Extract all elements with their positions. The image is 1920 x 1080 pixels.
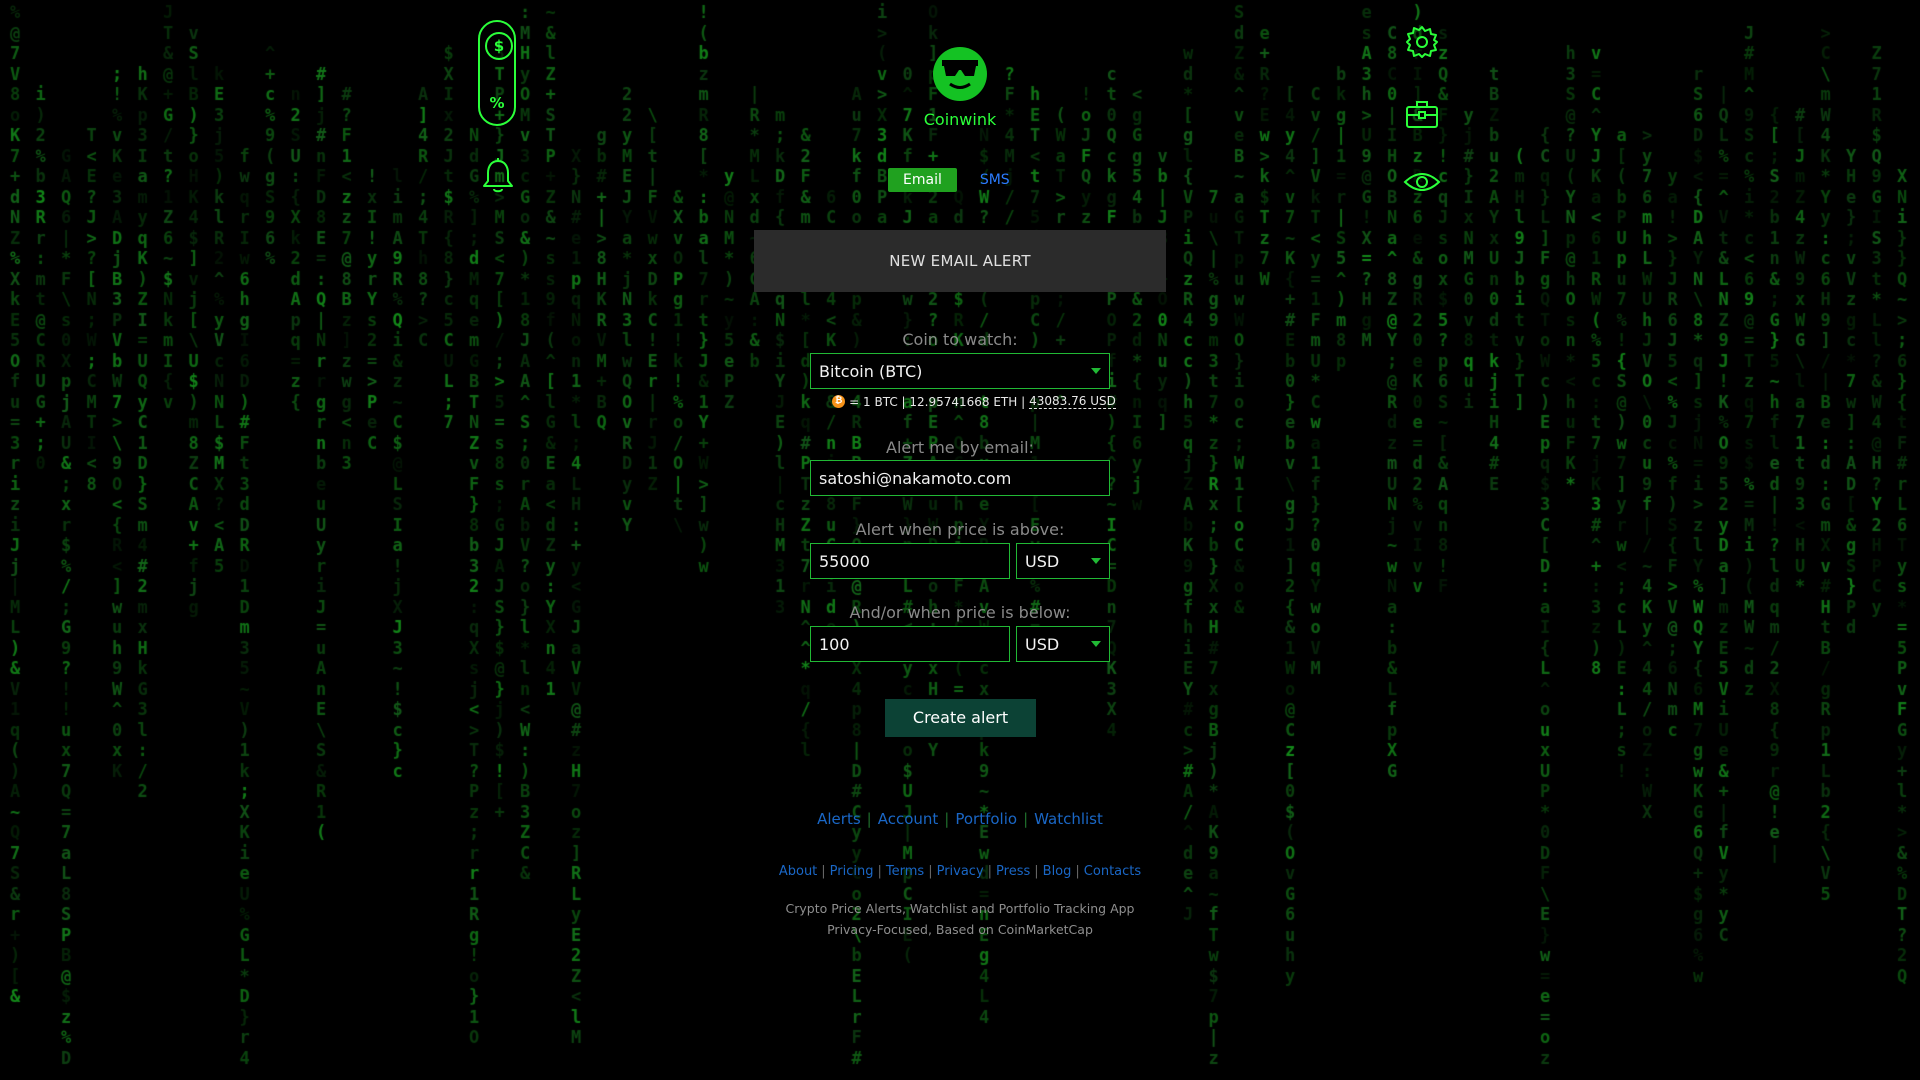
primary-nav: Alerts | Account | Portfolio | Watchlist bbox=[817, 810, 1103, 828]
nav-pricing[interactable]: Pricing bbox=[830, 864, 874, 879]
alert-channel-tabs: Email SMS bbox=[888, 168, 1025, 192]
tagline-line-1: Crypto Price Alerts, Watchlist and Portf… bbox=[785, 901, 1135, 916]
exchange-rate: ₿ = 1 BTC | 12.95741668 ETH | 43083.76 U… bbox=[824, 394, 1124, 409]
percent-icon: % bbox=[489, 94, 505, 112]
price-below-value: 100 bbox=[819, 634, 850, 654]
below-currency-value: USD bbox=[1025, 634, 1060, 654]
email-label: Alert me by email: bbox=[886, 438, 1034, 457]
briefcase-icon[interactable] bbox=[1402, 96, 1442, 132]
below-currency-select[interactable]: USD bbox=[1016, 626, 1110, 662]
rate-usd: 43083.76 USD bbox=[1029, 394, 1116, 409]
nav-contacts[interactable]: Contacts bbox=[1084, 864, 1141, 879]
coin-select-value: Bitcoin (BTC) bbox=[819, 361, 923, 381]
price-above-value: 55000 bbox=[819, 551, 870, 571]
nav-privacy[interactable]: Privacy bbox=[937, 864, 984, 879]
panel-title: NEW EMAIL ALERT bbox=[754, 230, 1166, 292]
nav-account[interactable]: Account bbox=[878, 810, 939, 828]
email-field-value: satoshi@nakamoto.com bbox=[819, 468, 1012, 488]
nav-press[interactable]: Press bbox=[996, 864, 1030, 879]
above-label: Alert when price is above: bbox=[855, 520, 1065, 539]
dollar-icon: $ bbox=[485, 32, 513, 60]
secondary-nav: About | Pricing | Terms | Privacy | Press | Blog | C… bbox=[778, 864, 1142, 879]
email-field[interactable]: satoshi@nakamoto.com bbox=[810, 460, 1110, 496]
nav-portfolio[interactable]: Portfolio bbox=[955, 810, 1017, 828]
below-label: And/or when price is below: bbox=[849, 603, 1071, 622]
nav-terms[interactable]: Terms bbox=[886, 864, 924, 879]
coinwink-logo[interactable] bbox=[930, 44, 990, 104]
brand-name[interactable]: Coinwink bbox=[900, 110, 1020, 129]
create-alert-button[interactable]: Create alert bbox=[885, 699, 1036, 737]
tagline-line-2: Privacy-Focused, Based on CoinMarketCap bbox=[827, 922, 1093, 937]
bitcoin-icon: ₿ bbox=[832, 395, 846, 408]
app-layer: $ % Coinwink Email SMS NEW EMAIL ALERT C… bbox=[0, 0, 1920, 1080]
nav-about[interactable]: About bbox=[779, 864, 817, 879]
price-percentage-toggle[interactable]: $ % bbox=[478, 20, 516, 126]
above-currency-value: USD bbox=[1025, 551, 1060, 571]
nav-watchlist[interactable]: Watchlist bbox=[1034, 810, 1103, 828]
price-below-input[interactable]: 100 bbox=[810, 626, 1010, 662]
chevron-down-icon bbox=[1091, 368, 1101, 374]
rate-prefix: = 1 BTC | 12.95741668 ETH | bbox=[849, 394, 1026, 409]
chevron-down-icon bbox=[1091, 641, 1101, 647]
price-above-input[interactable]: 55000 bbox=[810, 543, 1010, 579]
eye-icon[interactable] bbox=[1402, 164, 1442, 200]
tab-sms[interactable]: SMS bbox=[965, 168, 1025, 192]
nav-blog[interactable]: Blog bbox=[1043, 864, 1072, 879]
chevron-down-icon bbox=[1091, 558, 1101, 564]
tab-email[interactable]: Email bbox=[888, 168, 957, 192]
above-currency-select[interactable]: USD bbox=[1016, 543, 1110, 579]
coin-select[interactable]: Bitcoin (BTC) bbox=[810, 353, 1110, 389]
bell-icon[interactable] bbox=[478, 156, 518, 196]
coin-label: Coin to watch: bbox=[902, 330, 1018, 349]
nav-alerts[interactable]: Alerts bbox=[817, 810, 861, 828]
gear-icon[interactable] bbox=[1402, 22, 1442, 62]
